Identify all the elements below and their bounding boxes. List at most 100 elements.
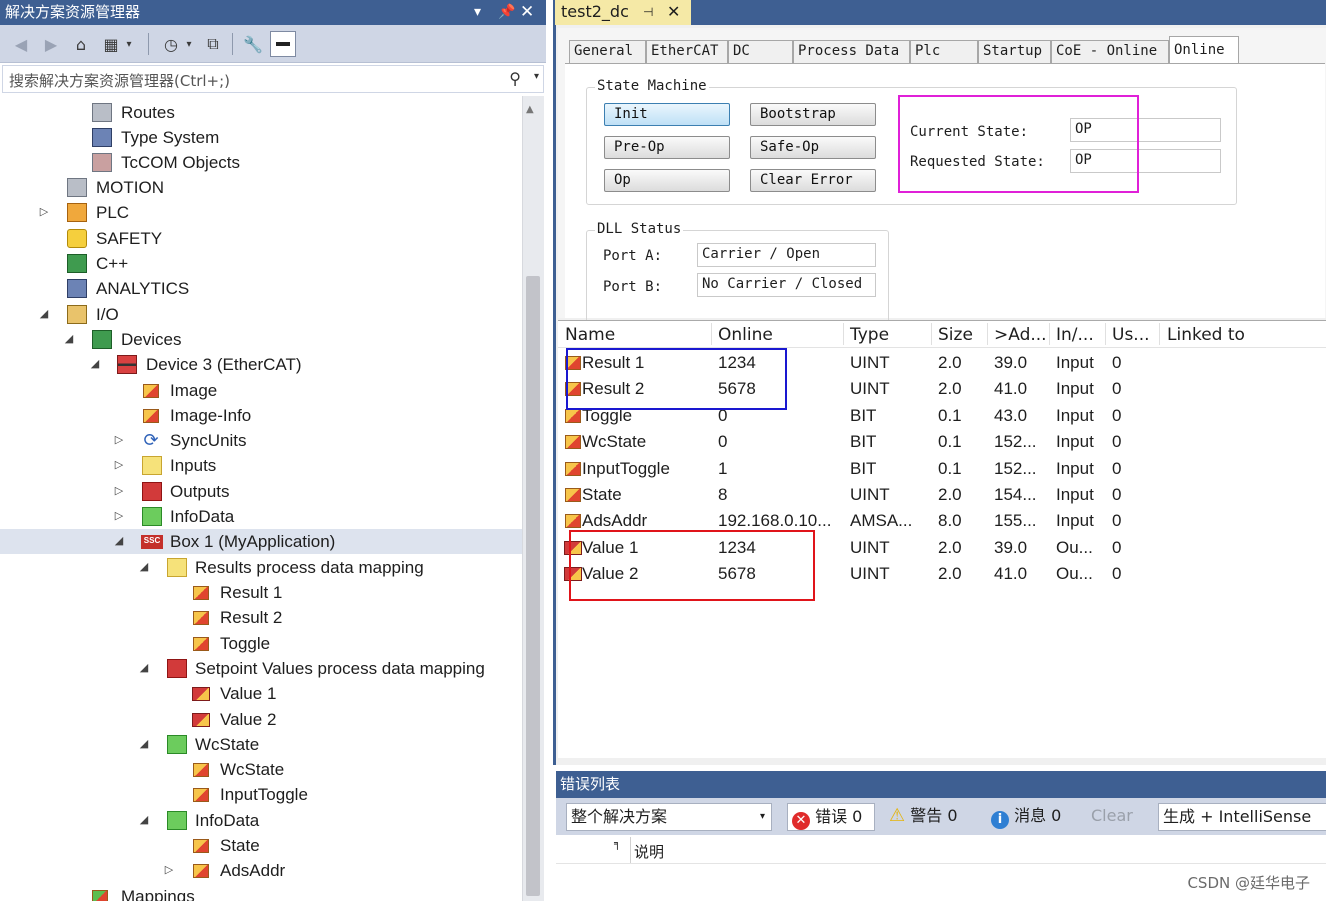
tree-item-outputs[interactable]: ▷ Outputs (0, 479, 522, 504)
table-row[interactable]: State 8 UINT 2.0 154... Input 0 (558, 482, 1326, 508)
errors-filter-button[interactable]: ✕ 错误 0 (787, 803, 875, 831)
tree-item-infodata-group[interactable]: ◢ InfoData (0, 808, 522, 833)
search-options-icon[interactable]: ▾ (534, 71, 539, 82)
tree-item-motion[interactable]: MOTION (0, 175, 522, 200)
tree-item-analytics[interactable]: ANALYTICS (0, 276, 522, 301)
tree-item-value-2[interactable]: Value 2 (0, 707, 522, 732)
tree-item-type-system[interactable]: Type System (0, 125, 522, 150)
tree-item-state[interactable]: State (0, 833, 522, 858)
tree-item-box-1[interactable]: ◢ SSC Box 1 (MyApplication) (0, 529, 522, 554)
tree-item-plc[interactable]: ▷ PLC (0, 200, 522, 225)
document-tab[interactable]: test2_dc ⊣ ✕ (555, 0, 691, 25)
expand-icon[interactable]: ▷ (112, 479, 126, 504)
op-button[interactable]: Op (604, 169, 730, 192)
pin-icon[interactable]: 📌 (498, 0, 515, 24)
tab-plc[interactable]: Plc (910, 40, 978, 63)
tab-general[interactable]: General (569, 40, 646, 63)
column-user[interactable]: Us... (1112, 325, 1150, 345)
history-dropdown-icon[interactable]: ▾ (182, 31, 196, 57)
tab-online[interactable]: Online (1169, 36, 1239, 64)
collapse-all-icon[interactable]: ⧉ (200, 31, 226, 57)
column-name[interactable]: Name (565, 325, 615, 345)
properties-wrench-icon[interactable]: 🔧 (240, 31, 266, 57)
collapse-icon[interactable]: ◢ (137, 656, 151, 681)
collapse-icon[interactable]: ◢ (137, 808, 151, 833)
clear-button[interactable]: Clear (1091, 803, 1141, 831)
tree-item-results-mapping[interactable]: ◢ Results process data mapping (0, 555, 522, 580)
search-icon[interactable]: ⚲ (509, 69, 521, 88)
tree-item-image-info[interactable]: Image-Info (0, 403, 522, 428)
switch-views-dropdown-icon[interactable]: ▾ (122, 31, 136, 57)
tab-process-data[interactable]: Process Data (793, 40, 910, 63)
table-row[interactable]: InputToggle 1 BIT 0.1 152... Input 0 (558, 456, 1326, 482)
pre-op-button[interactable]: Pre-Op (604, 136, 730, 159)
back-icon[interactable]: ◀ (8, 31, 34, 57)
tree-item-io[interactable]: ◢ I/O (0, 302, 522, 327)
build-filter-select[interactable]: 生成 + IntelliSense (1158, 803, 1326, 831)
search-input[interactable]: 搜索解决方案资源管理器(Ctrl+;) ⚲ ▾ (2, 65, 544, 93)
column-address[interactable]: >Ad... (994, 325, 1047, 345)
tree-item-tccom-objects[interactable]: TcCOM Objects (0, 150, 522, 175)
forward-icon[interactable]: ▶ (38, 31, 64, 57)
tree-item-inputtoggle[interactable]: InputToggle (0, 782, 522, 807)
column-description[interactable]: 说明 (634, 841, 664, 862)
home-icon[interactable]: ⌂ (68, 31, 94, 57)
tree-item-value-1[interactable]: Value 1 (0, 681, 522, 706)
tab-coe-online[interactable]: CoE - Online (1051, 40, 1169, 63)
preview-icon[interactable] (270, 31, 296, 57)
tree-item-toggle[interactable]: Toggle (0, 631, 522, 656)
pin-icon[interactable]: ⊣ (643, 0, 653, 24)
column-size[interactable]: Size (938, 325, 973, 345)
warnings-filter-button[interactable]: ⚠ 警告 0 (889, 803, 979, 831)
tab-startup[interactable]: Startup (978, 40, 1051, 63)
table-row[interactable]: WcState 0 BIT 0.1 152... Input 0 (558, 429, 1326, 455)
collapse-icon[interactable]: ◢ (88, 352, 102, 377)
tree-item-image[interactable]: Image (0, 378, 522, 403)
close-icon[interactable]: ✕ (667, 0, 680, 24)
expand-icon[interactable]: ▷ (112, 504, 126, 529)
bootstrap-button[interactable]: Bootstrap (750, 103, 876, 126)
window-menu-icon[interactable]: ▾ (474, 0, 481, 24)
tree-item-wcstate-group[interactable]: ◢ WcState (0, 732, 522, 757)
messages-filter-button[interactable]: i 消息 0 (991, 803, 1081, 831)
expand-icon[interactable]: ▷ (112, 453, 126, 478)
tree-item-inputs[interactable]: ▷ Inputs (0, 453, 522, 478)
collapse-icon[interactable]: ◢ (37, 302, 51, 327)
column-in-out[interactable]: In/... (1056, 325, 1094, 345)
tree-item-result-1[interactable]: Result 1 (0, 580, 522, 605)
expand-icon[interactable]: ▷ (112, 428, 126, 453)
tab-dc[interactable]: DC (728, 40, 793, 63)
tree-item-routes[interactable]: Routes (0, 100, 522, 125)
expand-icon[interactable]: ▷ (37, 200, 51, 225)
column-online[interactable]: Online (718, 325, 773, 345)
clear-error-button[interactable]: Clear Error (750, 169, 876, 192)
column-linked-to[interactable]: Linked to (1167, 325, 1245, 345)
tree-item-safety[interactable]: SAFETY (0, 226, 522, 251)
tree-item-cpp[interactable]: C++ (0, 251, 522, 276)
scope-select[interactable]: 整个解决方案 ▾ (566, 803, 772, 831)
collapse-icon[interactable]: ◢ (137, 555, 151, 580)
collapse-icon[interactable]: ◢ (137, 732, 151, 757)
tree-item-syncunits[interactable]: ▷ ⟳ SyncUnits (0, 428, 522, 453)
expand-icon[interactable]: ▷ (162, 858, 176, 883)
switch-views-icon[interactable]: ▦ (98, 31, 124, 57)
tree-item-wcstate[interactable]: WcState (0, 757, 522, 782)
close-icon[interactable]: ✕ (520, 0, 534, 24)
tab-ethercat[interactable]: EtherCAT (646, 40, 728, 63)
tree-item-infodata[interactable]: ▷ InfoData (0, 504, 522, 529)
collapse-icon[interactable]: ◢ (112, 529, 126, 554)
collapse-icon[interactable]: ◢ (62, 327, 76, 352)
scroll-up-icon[interactable]: ▲ (526, 104, 534, 115)
init-button[interactable]: Init (604, 103, 730, 126)
tree-item-result-2[interactable]: Result 2 (0, 605, 522, 630)
history-icon[interactable]: ◷ (158, 31, 184, 57)
scrollbar-thumb[interactable] (526, 276, 540, 896)
tree-item-setpoint-mapping[interactable]: ◢ Setpoint Values process data mapping (0, 656, 522, 681)
tree-item-device-3[interactable]: ◢ Device 3 (EtherCAT) (0, 352, 522, 377)
tree-item-adsaddr[interactable]: ▷ AdsAddr (0, 858, 522, 883)
cell-size: 2.0 (938, 485, 962, 504)
tree-item-devices[interactable]: ◢ Devices (0, 327, 522, 352)
tree-item-mappings[interactable]: Mappings (0, 884, 522, 901)
column-type[interactable]: Type (850, 325, 889, 345)
safe-op-button[interactable]: Safe-Op (750, 136, 876, 159)
